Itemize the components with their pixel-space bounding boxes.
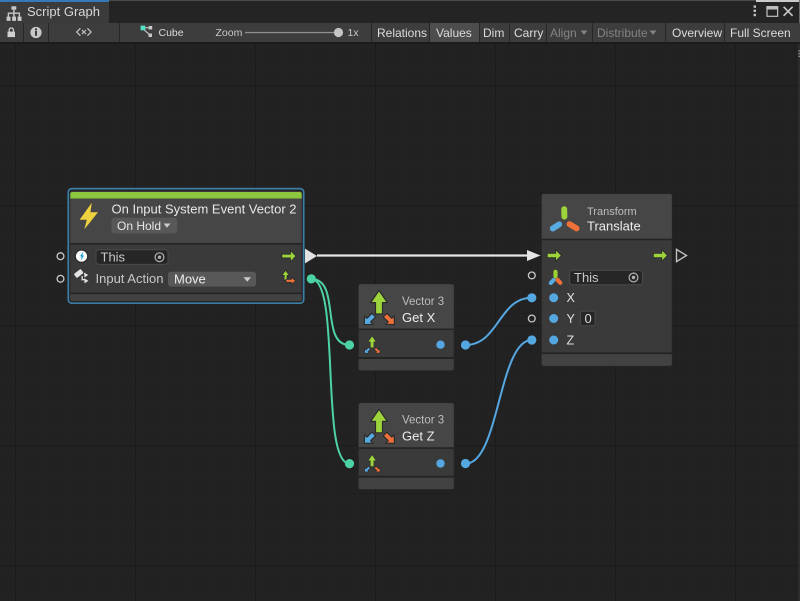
- svg-text:This: This: [574, 270, 599, 285]
- svg-text:Translate: Translate: [587, 219, 641, 234]
- svg-text:X: X: [567, 291, 576, 305]
- svg-text:Vector 3: Vector 3: [402, 415, 444, 427]
- svg-text:On Input System Event Vector 2: On Input System Event Vector 2: [112, 201, 297, 216]
- svg-text:0: 0: [585, 311, 592, 326]
- svg-text:On Hold: On Hold: [117, 219, 161, 233]
- svg-text:Get X: Get X: [402, 310, 436, 325]
- svg-text:Y: Y: [567, 312, 576, 326]
- svg-text:Input Action: Input Action: [96, 271, 164, 286]
- svg-text:Z: Z: [567, 333, 575, 347]
- svg-text:Vector 3: Vector 3: [402, 296, 444, 308]
- svg-text:This: This: [101, 250, 126, 265]
- svg-text:Get Z: Get Z: [402, 429, 435, 444]
- svg-text:Transform: Transform: [587, 206, 637, 218]
- svg-text:Move: Move: [174, 272, 206, 287]
